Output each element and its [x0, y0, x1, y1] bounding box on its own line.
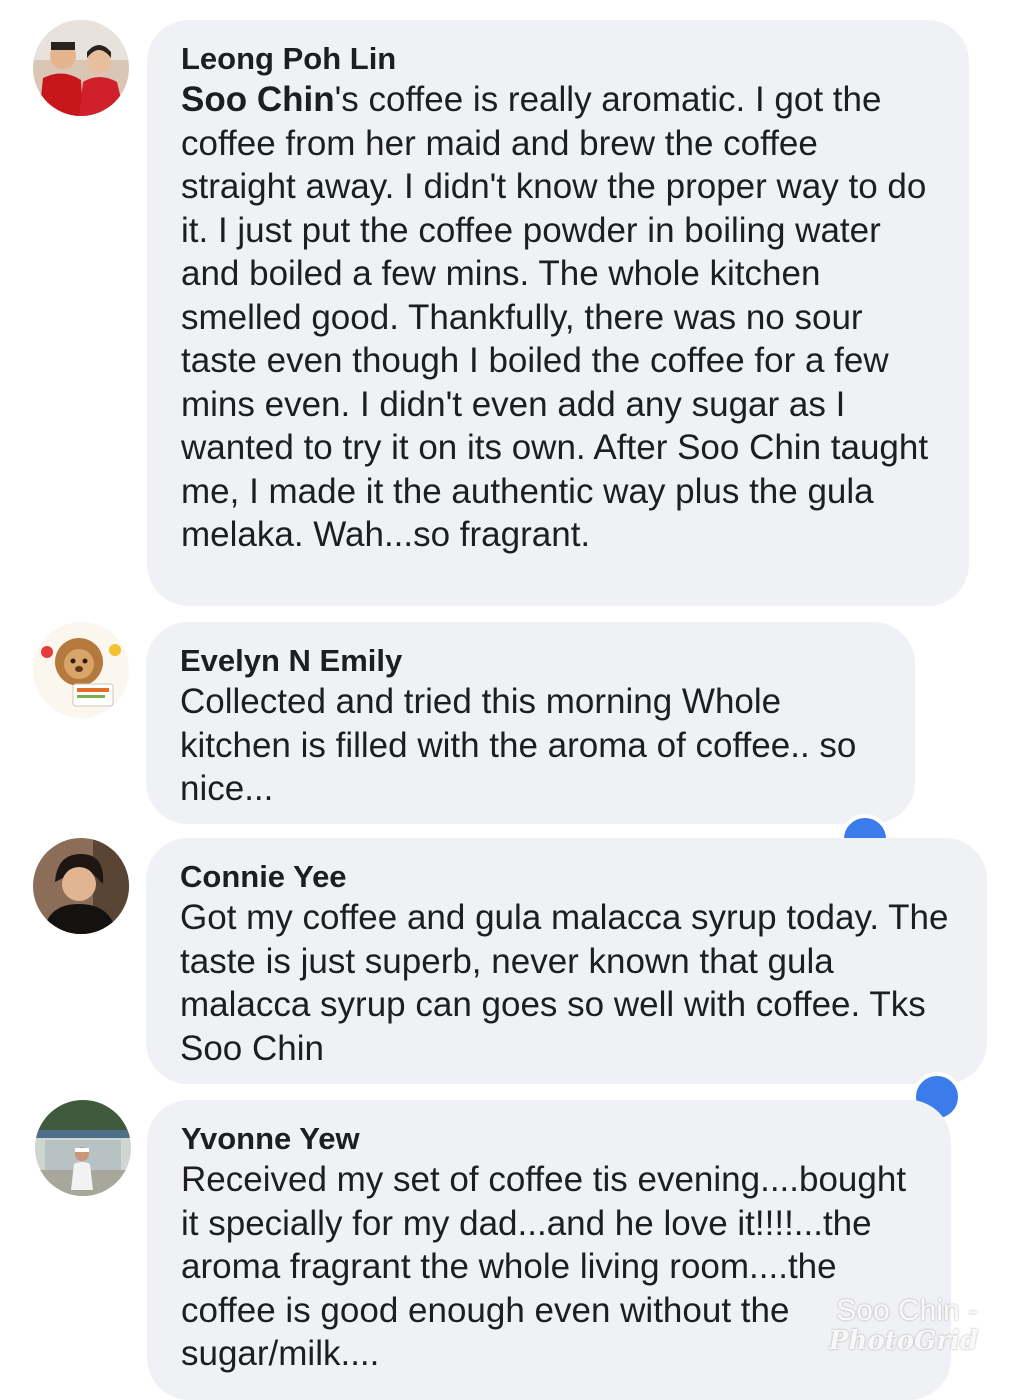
comment-text: Got my coffee and gula malacca syrup tod…: [180, 898, 949, 1068]
avatar[interactable]: [35, 1100, 131, 1196]
comment-bubble: Evelyn N Emily Collected and tried this …: [146, 622, 915, 824]
comment-bubble: Leong Poh Lin Soo Chin's coffee is reall…: [147, 20, 969, 606]
comment-body: 's coffee is really aromatic. I got the …: [181, 80, 929, 554]
avatar[interactable]: [33, 622, 129, 718]
mention-tag[interactable]: Soo Chin: [181, 80, 335, 119]
comment-text: Soo Chin's coffee is really aromatic. I …: [181, 78, 935, 557]
two-people-avatar-icon: [33, 20, 129, 116]
comment-text: Collected and tried this morning Whole k…: [180, 682, 857, 808]
comment-author[interactable]: Evelyn N Emily: [180, 642, 881, 680]
comment-text: Received my set of coffee tis evening...…: [181, 1160, 907, 1373]
person-portrait-avatar-icon: [33, 838, 129, 934]
comment-author[interactable]: Connie Yee: [180, 858, 953, 896]
avatar[interactable]: [33, 838, 129, 934]
watermark-brand: PhotoGrid: [828, 1326, 978, 1356]
lion-mascot-avatar-icon: [33, 622, 129, 718]
comment-author[interactable]: Yvonne Yew: [181, 1120, 917, 1158]
comment-author[interactable]: Leong Poh Lin: [181, 40, 935, 78]
avatar[interactable]: [33, 20, 129, 116]
watermark-line: Soo Chin -: [836, 1294, 978, 1327]
photogrid-watermark: Soo Chin - PhotoGrid: [828, 1294, 978, 1357]
comment-bubble: Connie Yee Got my coffee and gula malacc…: [146, 838, 987, 1084]
person-outdoor-avatar-icon: [35, 1100, 131, 1196]
